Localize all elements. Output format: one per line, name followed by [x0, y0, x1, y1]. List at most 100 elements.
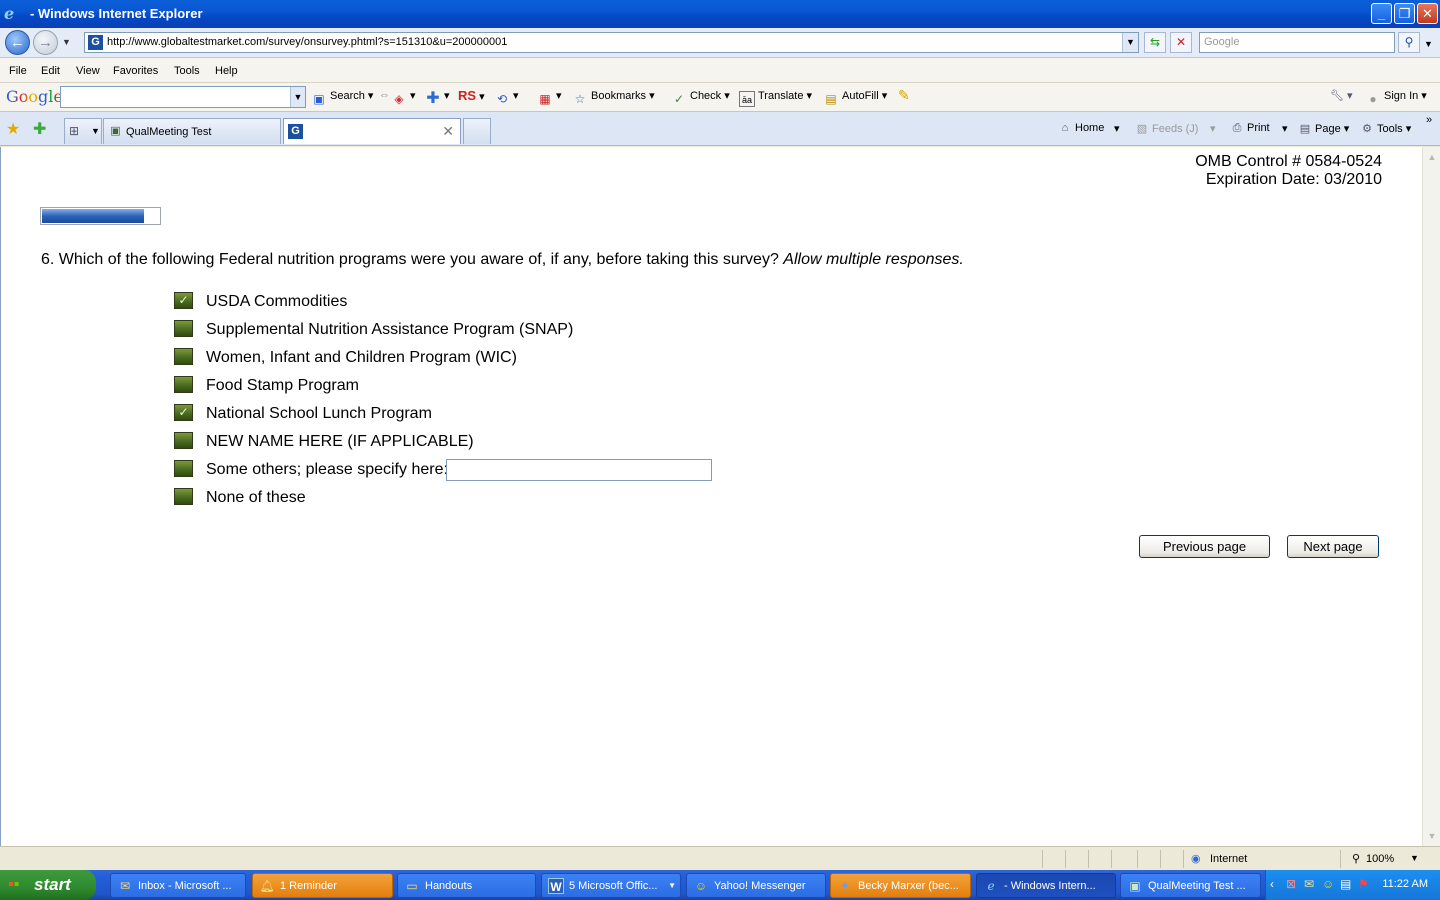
- translate-icon: āa: [739, 91, 755, 107]
- back-button[interactable]: ←: [5, 30, 30, 55]
- tab-row: ★ ✚ ⊞ ▼ ▣ QualMeeting Test G ✕ ⌂ Home ▾ ▧…: [0, 112, 1440, 146]
- task-yahoo-messenger[interactable]: ☺ Yahoo! Messenger: [686, 873, 826, 898]
- network-icon[interactable]: ⊠: [1286, 877, 1296, 891]
- close-tab-icon[interactable]: ✕: [442, 123, 454, 140]
- bookmarks-button[interactable]: ☆ Bookmarks ▾: [572, 89, 655, 107]
- refresh-button[interactable]: ⇆: [1144, 32, 1166, 53]
- menu-favorites[interactable]: Favorites: [113, 65, 158, 77]
- home-dropdown-icon[interactable]: ▾: [1114, 122, 1120, 135]
- checkbox[interactable]: ✓: [174, 404, 193, 421]
- google-search-button[interactable]: ▣ Search ▾: [311, 89, 373, 107]
- address-toolbar: ← → ▼ G http://www.globaltestmarket.com/…: [0, 28, 1440, 58]
- messenger-tray-icon[interactable]: ✉: [1304, 877, 1314, 891]
- popup-blocker-button[interactable]: ▦ ▾: [537, 89, 561, 107]
- search-options-icon[interactable]: ▼: [1424, 39, 1433, 49]
- task-becky-marxer[interactable]: ✦ Becky Marxer (bec...: [830, 873, 971, 898]
- menu-view[interactable]: View: [76, 65, 100, 77]
- plus-button[interactable]: ✚ ▾: [425, 89, 449, 107]
- wrench-icon[interactable]: 🔧︎ ▾: [1330, 89, 1353, 102]
- survey-progress-bar: [40, 207, 161, 225]
- zoom-dropdown-icon[interactable]: ▼: [1410, 853, 1419, 863]
- question-prompt: 6. Which of the following Federal nutrit…: [41, 251, 779, 268]
- maximize-button[interactable]: ❐: [1394, 3, 1415, 24]
- page-icon: ▣: [1129, 879, 1141, 893]
- tab-survey[interactable]: G ✕: [283, 118, 461, 144]
- address-url[interactable]: http://www.globaltestmarket.com/survey/o…: [107, 36, 507, 48]
- taskbar: ▪▪ start ✉ Inbox - Microsoft ... 🔔︎ 1 Re…: [0, 870, 1440, 900]
- home-button[interactable]: ⌂ Home: [1057, 122, 1105, 134]
- start-label: start: [34, 875, 71, 894]
- recent-pages-dropdown-icon[interactable]: ▼: [62, 37, 71, 47]
- task-reminder[interactable]: 🔔︎ 1 Reminder: [252, 873, 393, 898]
- sign-in-button[interactable]: ● Sign In ▾: [1365, 89, 1426, 107]
- new-tab-button[interactable]: [463, 118, 491, 144]
- tools-menu-button[interactable]: ⚙ Tools ▾: [1359, 122, 1411, 135]
- scroll-down-icon[interactable]: ▼: [1425, 828, 1439, 844]
- highlighter-icon[interactable]: ✎: [898, 87, 910, 104]
- task-microsoft-office[interactable]: W 5 Microsoft Offic... ▼: [541, 873, 681, 898]
- vertical-scrollbar[interactable]: ▲ ▼: [1422, 147, 1440, 846]
- favorites-center-icon[interactable]: ★: [6, 119, 20, 139]
- forward-button[interactable]: →: [33, 30, 58, 55]
- google-search-dropdown-icon[interactable]: ▼: [290, 87, 305, 107]
- menu-help[interactable]: Help: [215, 65, 238, 77]
- volume-icon[interactable]: ▤: [1340, 877, 1351, 891]
- print-dropdown-icon[interactable]: ▾: [1282, 122, 1288, 135]
- task-inbox[interactable]: ✉ Inbox - Microsoft ...: [110, 873, 246, 898]
- menu-tools[interactable]: Tools: [174, 65, 200, 77]
- autofill-button[interactable]: ▤ AutoFill ▾: [823, 89, 887, 107]
- gmail-button[interactable]: ◈ ▾: [391, 89, 415, 107]
- close-button[interactable]: ✕: [1417, 3, 1438, 24]
- checkbox[interactable]: [174, 460, 193, 477]
- tray-expand-icon[interactable]: ‹: [1270, 877, 1274, 891]
- share-button[interactable]: ⟲ ▾: [494, 89, 519, 107]
- menu-edit[interactable]: Edit: [41, 65, 60, 77]
- quick-tabs-button[interactable]: ⊞ ▼: [64, 118, 102, 144]
- zoom-level[interactable]: 100%: [1366, 853, 1394, 865]
- scroll-up-icon[interactable]: ▲: [1425, 149, 1439, 165]
- yahoo-tray-icon[interactable]: ☺: [1322, 877, 1334, 891]
- task-label: - Windows Intern...: [1004, 880, 1096, 892]
- previous-page-button[interactable]: Previous page: [1139, 535, 1270, 558]
- check-button[interactable]: ✓ Check ▾: [671, 89, 730, 107]
- share-icon: ⟲: [496, 92, 508, 106]
- feeds-dropdown-icon[interactable]: ▾: [1210, 122, 1216, 135]
- flag-icon[interactable]: ⚑: [1358, 877, 1369, 891]
- search-go-icon[interactable]: ⚲: [1398, 32, 1420, 53]
- rs-button[interactable]: RS ▾: [458, 88, 485, 103]
- task-handouts[interactable]: ▭ Handouts: [397, 873, 536, 898]
- checkbox[interactable]: ✓: [174, 292, 193, 309]
- address-bar[interactable]: G http://www.globaltestmarket.com/survey…: [84, 32, 1139, 53]
- next-page-button[interactable]: Next page: [1287, 535, 1379, 558]
- checkbox[interactable]: [174, 488, 193, 505]
- window-title: - Windows Internet Explorer: [30, 6, 203, 21]
- search-input[interactable]: Google: [1199, 32, 1395, 53]
- menu-file[interactable]: File: [9, 65, 27, 77]
- print-button[interactable]: ⎙ Print: [1229, 122, 1270, 135]
- checkbox[interactable]: [174, 432, 193, 449]
- bell-icon: 🔔︎: [259, 879, 275, 893]
- checkbox[interactable]: [174, 376, 193, 393]
- address-dropdown-icon[interactable]: ▼: [1122, 33, 1138, 52]
- tab-list-dropdown-icon[interactable]: ▼: [91, 126, 100, 136]
- add-favorite-icon[interactable]: ✚: [33, 119, 46, 139]
- minimize-button[interactable]: _: [1371, 3, 1392, 24]
- checkbox[interactable]: [174, 348, 193, 365]
- stop-button[interactable]: ✕: [1170, 32, 1192, 53]
- task-label: Inbox - Microsoft ...: [138, 880, 232, 892]
- task-qualmeeting[interactable]: ▣ QualMeeting Test ...: [1120, 873, 1261, 898]
- checkbox[interactable]: [174, 320, 193, 337]
- task-internet-explorer[interactable]: e - Windows Intern...: [976, 873, 1116, 898]
- start-button[interactable]: ▪▪ start: [0, 870, 96, 900]
- windows-logo-icon: ▪▪: [8, 876, 20, 893]
- other-specify-input[interactable]: [446, 459, 712, 481]
- tab-qualmeeting[interactable]: ▣ QualMeeting Test: [103, 118, 281, 144]
- translate-button[interactable]: āa Translate ▾: [739, 89, 812, 107]
- feeds-button[interactable]: ▧ Feeds (J): [1134, 122, 1199, 135]
- tab-label: QualMeeting Test: [126, 126, 212, 138]
- google-search-input[interactable]: ▼: [60, 86, 306, 108]
- option-label: None of these: [206, 489, 306, 506]
- toolbar-overflow-icon[interactable]: »: [1426, 114, 1432, 126]
- page-menu-button[interactable]: ▤ Page ▾: [1297, 122, 1349, 135]
- option-label: National School Lunch Program: [206, 405, 432, 422]
